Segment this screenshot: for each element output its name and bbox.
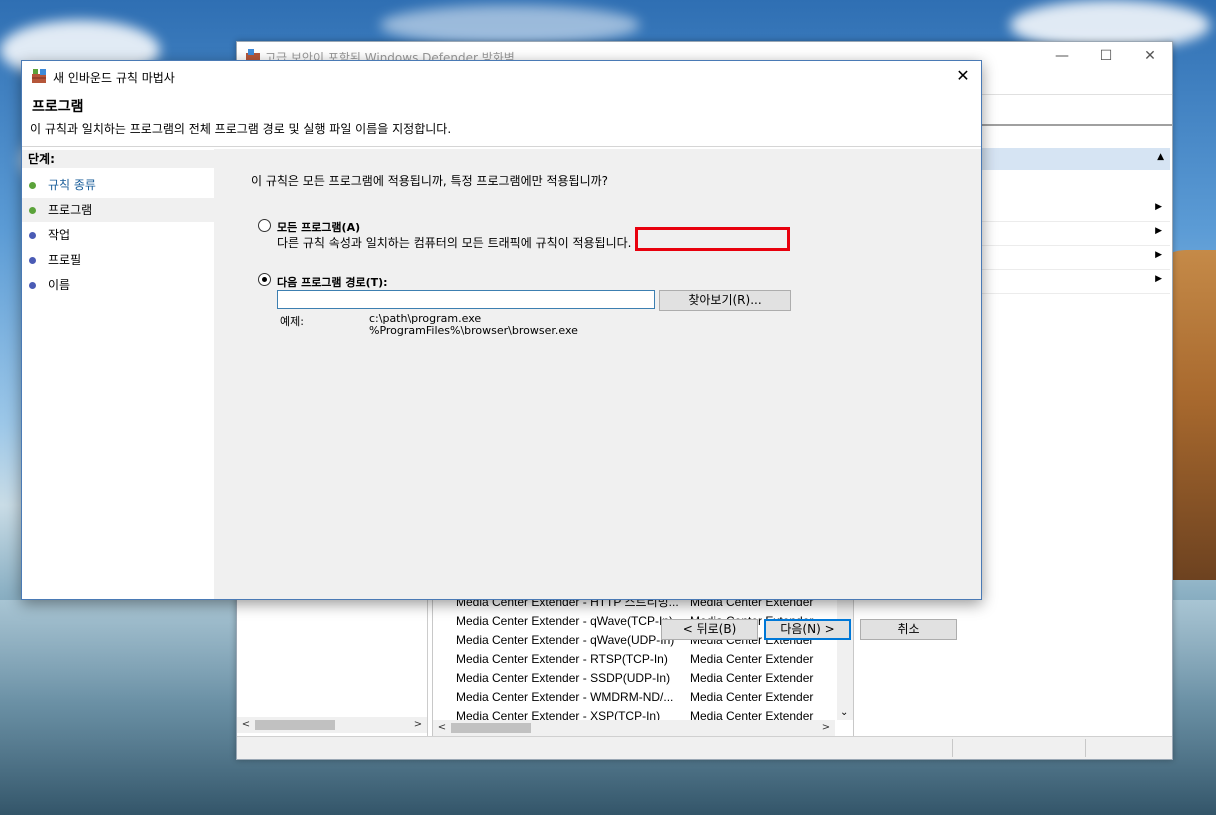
step-program[interactable]: 프로그램 — [22, 198, 214, 222]
navigation-pane: < > — [237, 597, 428, 737]
step-profile: 프로필 — [22, 248, 214, 272]
list-vertical-scrollbar[interactable]: ⌄ — [837, 598, 853, 720]
program-path-input[interactable] — [277, 290, 655, 309]
scroll-down-icon[interactable]: ⌄ — [840, 707, 848, 718]
submenu-arrow-icon: ▶ — [1155, 250, 1162, 260]
program-path-label[interactable]: 다음 프로그램 경로(T): — [277, 274, 388, 290]
action-item[interactable]: ▶ — [978, 269, 1170, 294]
scroll-left-icon[interactable]: < — [239, 717, 253, 733]
step-pending-icon — [29, 257, 36, 264]
page-title: 프로그램 — [32, 99, 84, 115]
scroll-left-icon[interactable]: < — [435, 720, 449, 736]
action-item[interactable]: ▶ — [978, 197, 1170, 222]
firewall-rule-icon — [32, 69, 46, 83]
scroll-right-icon[interactable]: > — [819, 720, 833, 736]
scroll-right-icon[interactable]: > — [411, 717, 425, 733]
example-label: 예제: — [280, 315, 304, 328]
step-name: 이름 — [22, 273, 214, 297]
window-close-button[interactable]: ✕ — [1140, 46, 1160, 66]
step-pending-icon — [29, 232, 36, 239]
dialog-titlebar: 새 인바운드 규칙 마법사 ✕ — [22, 61, 981, 91]
page-description: 이 규칙과 일치하는 프로그램의 전체 프로그램 경로 및 실행 파일 이름을 … — [30, 122, 452, 136]
next-button[interactable]: 다음(N) > — [764, 619, 851, 640]
browse-button[interactable]: 찾아보기(R)... — [659, 290, 791, 311]
wizard-content: 이 규칙은 모든 프로그램에 적용됩니까, 특정 프로그램에만 적용됩니까? 모… — [218, 149, 981, 640]
action-item[interactable]: ▶ — [978, 221, 1170, 246]
action-item[interactable]: ▶ — [978, 245, 1170, 270]
cancel-button[interactable]: 취소 — [860, 619, 957, 640]
header-divider — [22, 146, 981, 147]
browse-button-highlight — [635, 227, 790, 251]
step-done-icon — [29, 182, 36, 189]
step-current-icon — [29, 207, 36, 214]
example-paths: c:\path\program.exe %ProgramFiles%\brows… — [369, 312, 578, 337]
list-horizontal-scrollbar[interactable]: < > — [433, 720, 835, 736]
steps-pane: 단계: 규칙 종류 프로그램 작업 프로필 이름 — [22, 149, 214, 599]
minimize-button[interactable]: — — [1052, 46, 1072, 66]
program-path-radio[interactable] — [258, 273, 271, 286]
nav-horizontal-scrollbar[interactable]: < > — [237, 717, 427, 733]
all-programs-radio[interactable] — [258, 219, 271, 232]
submenu-arrow-icon: ▶ — [1155, 226, 1162, 236]
steps-header: 단계: — [22, 150, 214, 168]
inbound-rule-wizard-dialog: 새 인바운드 규칙 마법사 ✕ 프로그램 이 규칙과 일치하는 프로그램의 전체… — [21, 60, 982, 640]
step-action: 작업 — [22, 223, 214, 247]
actions-pane: ▲ ▶ ▶ ▶ ▶ — [978, 140, 1170, 740]
all-programs-description: 다른 규칙 속성과 일치하는 컴퓨터의 모든 트래픽에 규칙이 적용됩니다. — [277, 236, 632, 250]
maximize-button[interactable]: ☐ — [1096, 46, 1116, 66]
step-rule-type[interactable]: 규칙 종류 — [22, 173, 214, 197]
collapse-up-icon[interactable]: ▲ — [1157, 152, 1164, 162]
program-scope-question: 이 규칙은 모든 프로그램에 적용됩니까, 특정 프로그램에만 적용됩니까? — [251, 174, 609, 188]
submenu-arrow-icon: ▶ — [1155, 274, 1162, 284]
status-bar — [237, 736, 1172, 759]
back-button[interactable]: < 뒤로(B) — [661, 619, 758, 640]
dialog-title: 새 인바운드 규칙 마법사 — [53, 71, 175, 85]
step-pending-icon — [29, 282, 36, 289]
submenu-arrow-icon: ▶ — [1155, 202, 1162, 212]
actions-header[interactable]: ▲ — [978, 148, 1170, 170]
all-programs-label[interactable]: 모든 프로그램(A) — [277, 219, 360, 235]
dialog-close-button[interactable]: ✕ — [951, 65, 975, 87]
